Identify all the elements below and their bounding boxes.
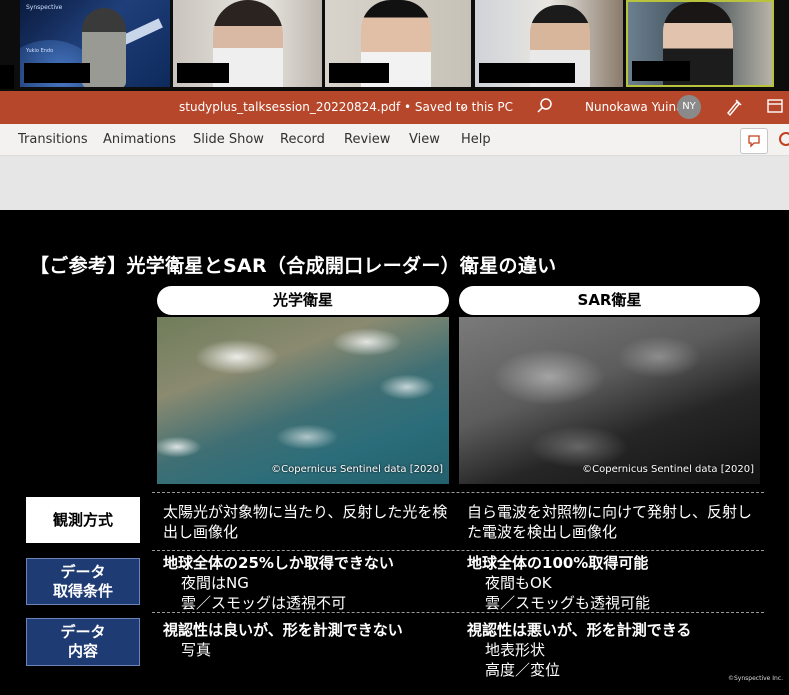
ribbon-tabs: Transitions Animations Slide Show Record… xyxy=(0,124,789,156)
footer-credit: ©Synspective Inc. xyxy=(728,675,784,682)
cell-item: 夜間はNG xyxy=(181,574,249,592)
tab-animations[interactable]: Animations xyxy=(103,132,176,147)
avatar[interactable]: NY xyxy=(677,95,701,119)
label-line: 取得条件 xyxy=(52,582,113,600)
comment-icon xyxy=(748,135,760,148)
row-label-acquisition: データ 取得条件 xyxy=(26,558,140,605)
cell-item: 雲／スモッグは透視不可 xyxy=(181,594,347,612)
column-header-sar: SAR衛星 xyxy=(459,286,760,315)
cell-heading: 地球全体の25%しか取得できない xyxy=(163,554,394,572)
tab-help[interactable]: Help xyxy=(461,132,491,147)
sar-content-cell: 視認性は悪いが、形を計測できる 地表形状 高度／変位 xyxy=(467,620,762,680)
chevron-down-icon[interactable]: ⌄ xyxy=(459,99,468,112)
label-line: 内容 xyxy=(67,642,98,660)
optical-acquisition-cell: 地球全体の25%しか取得できない 夜間はNG 雲／スモッグは透視不可 xyxy=(163,553,448,613)
sar-acquisition-cell: 地球全体の100%取得可能 夜間もOK 雲／スモッグも透視可能 xyxy=(467,553,762,613)
participant-strip: Synspective Yukio Endo xyxy=(0,0,789,91)
tile-logo: Synspective xyxy=(26,4,63,11)
optical-content-cell: 視認性は良いが、形を計測できない 写真 xyxy=(163,620,448,660)
participant-name-redacted xyxy=(479,63,575,83)
label-line: データ xyxy=(60,563,106,581)
optical-satellite-image: ©Copernicus Sentinel data [2020] xyxy=(157,317,449,484)
row-label-data-content: データ 内容 xyxy=(26,618,140,666)
column-header-optical: 光学衛星 xyxy=(157,286,449,315)
participant-name-redacted xyxy=(177,63,229,83)
cell-heading: 地球全体の100%取得可能 xyxy=(467,554,649,572)
label-line: データ xyxy=(60,623,106,641)
pen-icon[interactable] xyxy=(724,97,744,117)
cell-item: 高度／変位 xyxy=(485,661,561,679)
search-icon[interactable] xyxy=(536,97,554,115)
editor-gap xyxy=(0,156,789,210)
video-tile-2[interactable] xyxy=(173,0,322,87)
cell-item: 夜間もOK xyxy=(485,574,552,592)
divider xyxy=(152,492,764,493)
participant-name-redacted xyxy=(632,61,690,81)
divider xyxy=(152,550,764,551)
cell-item: 地表形状 xyxy=(485,641,546,659)
comments-button[interactable] xyxy=(740,128,768,154)
title-bar: studyplus_talksession_20220824.pdf • Sav… xyxy=(0,91,789,124)
sar-observation-text: 自ら電波を対照物に向けて発射し、反射した電波を検出し画像化 xyxy=(467,503,753,541)
video-tile-1[interactable]: Synspective Yukio Endo xyxy=(20,0,170,87)
image-credit: ©Copernicus Sentinel data [2020] xyxy=(271,464,443,475)
video-tile-4[interactable] xyxy=(475,0,623,87)
tile-caption: Yukio Endo xyxy=(26,48,54,54)
cell-item: 写真 xyxy=(181,641,212,659)
user-name[interactable]: Nunokawa Yuina xyxy=(585,100,683,114)
tab-view[interactable]: View xyxy=(409,132,440,147)
optical-observation-text: 太陽光が対象物に当たり、反射した光を検出し画像化 xyxy=(163,503,448,541)
slide-title: 【ご参考】光学衛星とSAR（合成開口レーダー）衛星の違い xyxy=(30,255,557,277)
row-label-observation-method: 観測方式 xyxy=(26,497,140,543)
tab-review[interactable]: Review xyxy=(344,132,390,147)
slide-canvas: 【ご参考】光学衛星とSAR（合成開口レーダー）衛星の違い 光学衛星 SAR衛星 … xyxy=(0,210,789,695)
record-icon[interactable] xyxy=(779,132,789,146)
video-tile-3[interactable] xyxy=(325,0,471,87)
video-tile-5-active-speaker[interactable] xyxy=(626,0,774,87)
strip-edge xyxy=(0,65,14,89)
participant-name-redacted xyxy=(329,63,389,83)
cell-heading: 視認性は良いが、形を計測できない xyxy=(163,621,403,639)
cell-item: 雲／スモッグも透視可能 xyxy=(485,594,651,612)
image-credit: ©Copernicus Sentinel data [2020] xyxy=(582,464,754,475)
sar-satellite-image: ©Copernicus Sentinel data [2020] xyxy=(459,317,760,484)
tab-record[interactable]: Record xyxy=(280,132,325,147)
window-mode-icon[interactable] xyxy=(767,99,783,113)
participant-name-redacted xyxy=(24,63,90,83)
tab-transitions[interactable]: Transitions xyxy=(18,132,88,147)
tab-slide-show[interactable]: Slide Show xyxy=(193,132,264,147)
cell-heading: 視認性は悪いが、形を計測できる xyxy=(467,621,692,639)
